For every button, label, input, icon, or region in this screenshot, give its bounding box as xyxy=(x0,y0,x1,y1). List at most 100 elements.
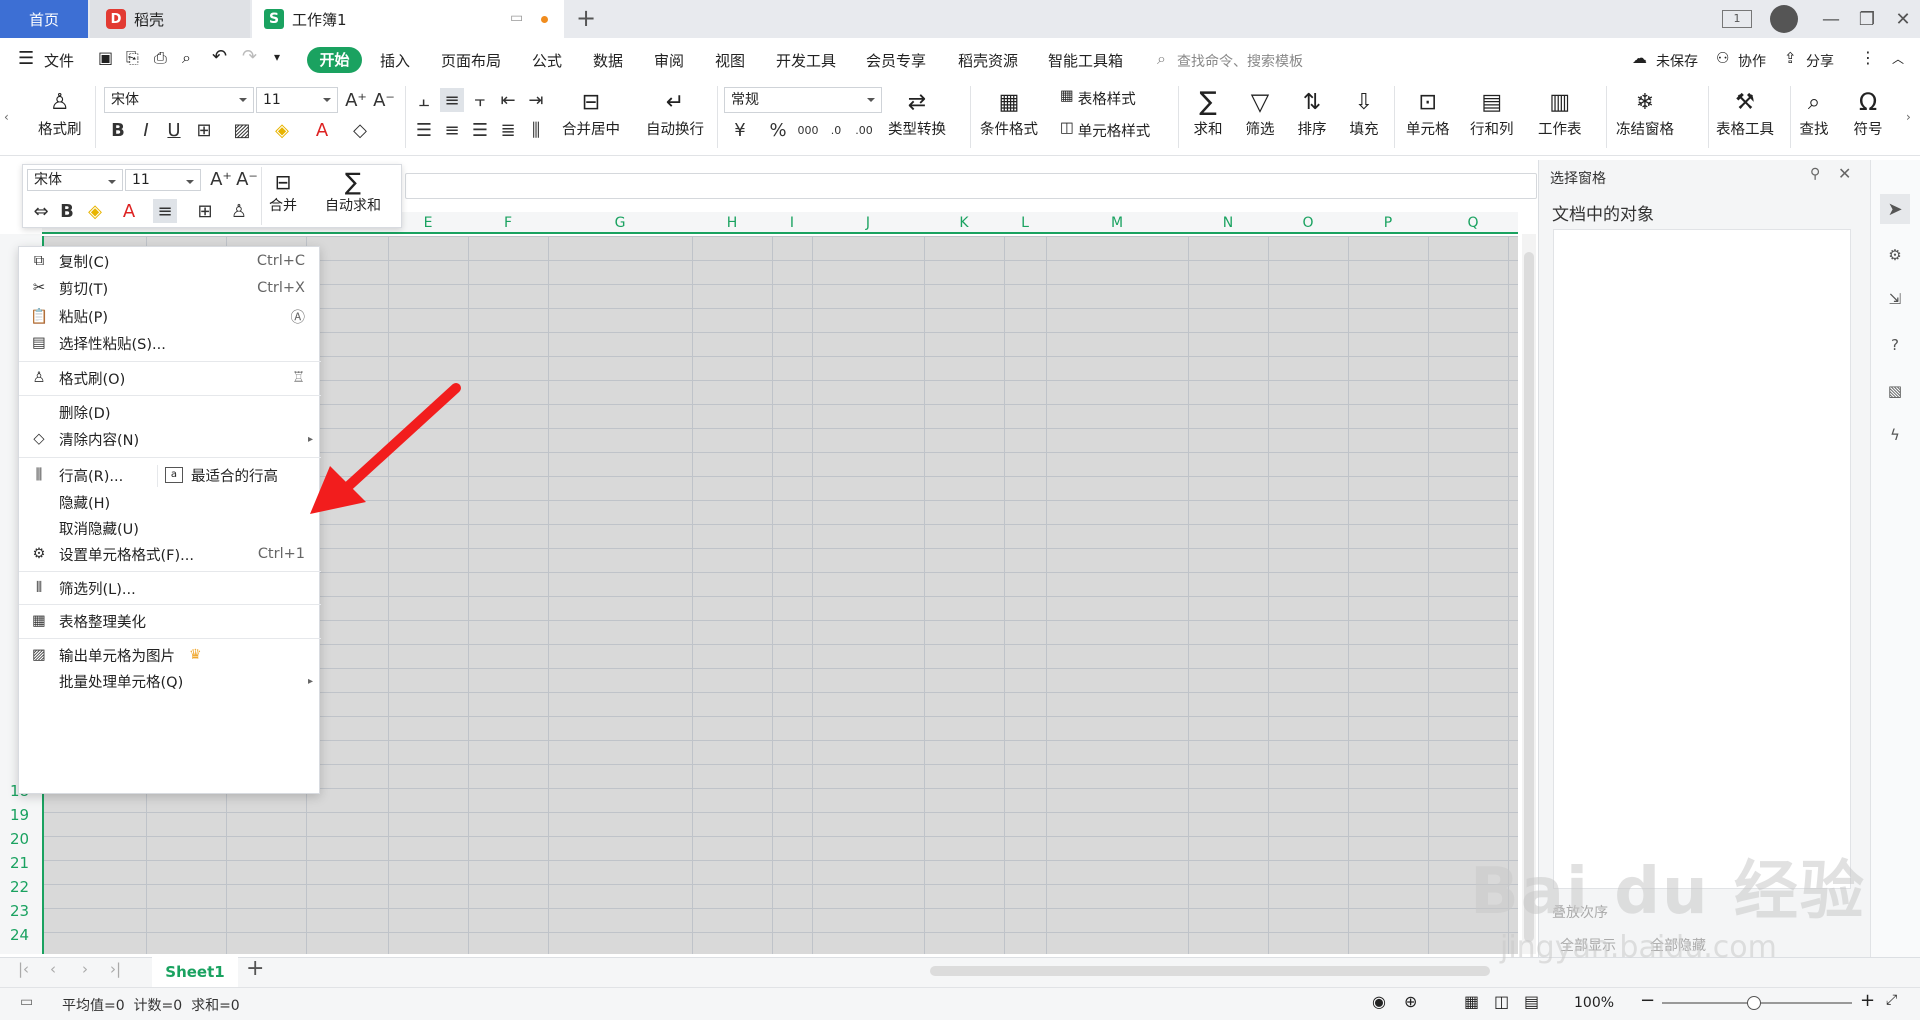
add-sheet-icon[interactable]: + xyxy=(246,956,264,981)
panel-close-icon[interactable]: ✕ xyxy=(1838,164,1851,183)
menu-copy[interactable]: ⧉ 复制(C) Ctrl+C xyxy=(19,247,321,275)
menu-insert[interactable]: 插入 xyxy=(380,50,410,71)
indent-increase-icon[interactable]: ⇥ xyxy=(524,88,548,112)
horizontal-scroll-thumb[interactable] xyxy=(930,966,1490,976)
worksheet-button[interactable]: ▥ 工作表 xyxy=(1538,86,1582,139)
next-sheet-icon[interactable]: › xyxy=(82,960,88,978)
conditional-format-button[interactable]: ▦ 条件格式 xyxy=(980,86,1038,139)
undo-icon[interactable]: ↶ xyxy=(212,46,227,67)
align-right-icon[interactable]: ☰ xyxy=(468,118,492,142)
bold-icon[interactable]: B xyxy=(106,118,130,142)
zoom-slider-handle[interactable] xyxy=(1747,996,1761,1010)
monitor-icon[interactable]: ▭ xyxy=(510,10,523,26)
border-icon[interactable]: ⊞ xyxy=(192,118,216,142)
objects-list[interactable] xyxy=(1553,229,1851,889)
align-middle-icon[interactable]: ≡ xyxy=(440,88,464,112)
mini-brush-icon[interactable]: ♙ xyxy=(227,199,251,223)
mini-font-select[interactable]: 宋体 xyxy=(27,169,123,191)
preview-icon[interactable]: ⌕ xyxy=(182,48,191,68)
export-icon[interactable]: ⎘ xyxy=(126,48,139,68)
save-icon[interactable]: ▣ xyxy=(98,48,113,67)
menu-data[interactable]: 数据 xyxy=(593,50,623,71)
collab-button[interactable]: 协作 xyxy=(1738,51,1766,71)
menu-batch-process[interactable]: 批量处理单元格(Q) ▸ xyxy=(19,667,321,695)
redo-icon[interactable]: ↷ xyxy=(242,46,257,67)
menu-format-cells[interactable]: ⚙ 设置单元格格式(F)... Ctrl+1 xyxy=(19,540,321,568)
menu-view[interactable]: 视图 xyxy=(715,50,745,71)
font-color-icon[interactable]: A xyxy=(310,118,334,142)
distributed-icon[interactable]: ⫼ xyxy=(524,118,548,142)
mini-fill-color-icon[interactable]: ◈ xyxy=(83,199,107,223)
type-convert-button[interactable]: ⇄ 类型转换 xyxy=(888,86,946,139)
mini-bold-icon[interactable]: B xyxy=(55,199,79,223)
symbol-button[interactable]: Ω 符号 xyxy=(1852,86,1884,139)
currency-icon[interactable]: ¥ xyxy=(728,118,752,142)
menu-format-painter[interactable]: ♙ 格式刷(O) ♖ xyxy=(19,364,321,392)
clear-format-icon[interactable]: ◇ xyxy=(348,118,372,142)
rowcol-button[interactable]: ▤ 行和列 xyxy=(1470,86,1514,139)
mini-font-grow-icon[interactable]: A⁺ xyxy=(209,167,233,191)
scroll-right-icon[interactable]: › xyxy=(1906,110,1911,124)
underline-icon[interactable]: U xyxy=(162,118,186,142)
menu-paste[interactable]: 📋 粘贴(P) Ⓐ xyxy=(19,302,321,330)
formula-input[interactable] xyxy=(405,173,1537,199)
indent-decrease-icon[interactable]: ⇤ xyxy=(496,88,520,112)
format-brush-button[interactable]: ♙ 格式刷 xyxy=(38,86,82,139)
avatar[interactable] xyxy=(1770,5,1798,33)
column-header[interactable]: N xyxy=(1188,212,1268,234)
mini-autosum-button[interactable]: ∑ 自动求和 xyxy=(325,168,381,215)
prev-sheet-icon[interactable]: ‹ xyxy=(50,960,56,978)
mini-font-shrink-icon[interactable]: A⁻ xyxy=(235,167,259,191)
menu-export-image[interactable]: ▨ 输出单元格为图片 ♛ xyxy=(19,641,321,669)
justify-icon[interactable]: ≣ xyxy=(496,118,520,142)
align-bottom-icon[interactable]: ⫟ xyxy=(468,88,492,112)
menu-formula[interactable]: 公式 xyxy=(532,50,562,71)
decrease-decimal-icon[interactable]: .00 xyxy=(852,118,876,142)
select-cursor-icon[interactable]: ➤ xyxy=(1880,194,1910,224)
table-style-button[interactable]: ▦ 表格样式 xyxy=(1060,88,1136,109)
row-header[interactable]: 20 xyxy=(0,830,42,848)
align-top-icon[interactable]: ⫠ xyxy=(412,88,436,112)
pin-icon[interactable]: ⚲ xyxy=(1810,166,1820,182)
italic-icon[interactable]: I xyxy=(134,118,158,142)
more-vertical-icon[interactable]: ⋮ xyxy=(1860,48,1876,67)
find-button[interactable]: ⌕ 查找 xyxy=(1798,86,1830,139)
row-header[interactable]: 21 xyxy=(0,854,42,872)
quick-access-dropdown-icon[interactable]: ▾ xyxy=(274,50,280,64)
menu-file[interactable]: 文件 xyxy=(44,50,74,71)
macro-icon[interactable]: ▭ xyxy=(20,994,33,1010)
zoom-out-icon[interactable]: − xyxy=(1640,990,1655,1011)
minimize-icon[interactable]: — xyxy=(1816,6,1846,32)
tab-home[interactable]: 首页 xyxy=(0,0,88,38)
lightning-icon[interactable]: ϟ xyxy=(1880,420,1910,450)
font-grow-icon[interactable]: A⁺ xyxy=(344,88,368,112)
cell-fill-pattern-icon[interactable]: ▨ xyxy=(230,118,254,142)
increase-decimal-icon[interactable]: .0 xyxy=(824,118,848,142)
menu-delete[interactable]: 删除(D) xyxy=(19,398,321,426)
new-tab-plus-icon[interactable]: + xyxy=(576,4,596,32)
column-header[interactable]: J xyxy=(812,212,924,234)
fill-button[interactable]: ⇩ 填充 xyxy=(1348,86,1380,139)
layout-icon[interactable]: 1 xyxy=(1722,10,1752,28)
help-icon[interactable]: ? xyxy=(1880,330,1910,360)
menu-paste-special[interactable]: ▤ 选择性粘贴(S)... xyxy=(19,329,321,357)
hamburger-icon[interactable]: ☰ xyxy=(18,48,34,69)
table-tools-button[interactable]: ⚒ 表格工具 xyxy=(1716,86,1774,139)
image-edit-icon[interactable]: ▧ xyxy=(1880,376,1910,406)
row-header[interactable]: 23 xyxy=(0,902,42,920)
mini-size-select[interactable]: 11 xyxy=(125,169,201,191)
wrap-text-button[interactable]: ↵ 自动换行 xyxy=(646,86,704,139)
print-icon[interactable]: ⎙ xyxy=(154,48,167,68)
menu-hide[interactable]: 隐藏(H) xyxy=(19,488,321,516)
cell-style-button[interactable]: ◫ 单元格样式 xyxy=(1060,120,1150,141)
percent-icon[interactable]: % xyxy=(766,118,790,142)
language-icon[interactable]: ⊕ xyxy=(1404,992,1417,1011)
row-header[interactable]: 24 xyxy=(0,926,42,944)
selection-pane-title[interactable]: 选择窗格 xyxy=(1550,168,1606,188)
menu-cut[interactable]: ✂ 剪切(T) Ctrl+X xyxy=(19,274,321,302)
row-header[interactable]: 19 xyxy=(0,806,42,824)
menu-developer[interactable]: 开发工具 xyxy=(776,50,836,71)
menu-smart-toolbox[interactable]: 智能工具箱 xyxy=(1048,50,1123,71)
sum-button[interactable]: ∑ 求和 xyxy=(1192,86,1224,139)
paste-text-only-icon[interactable]: Ⓐ xyxy=(291,306,306,327)
